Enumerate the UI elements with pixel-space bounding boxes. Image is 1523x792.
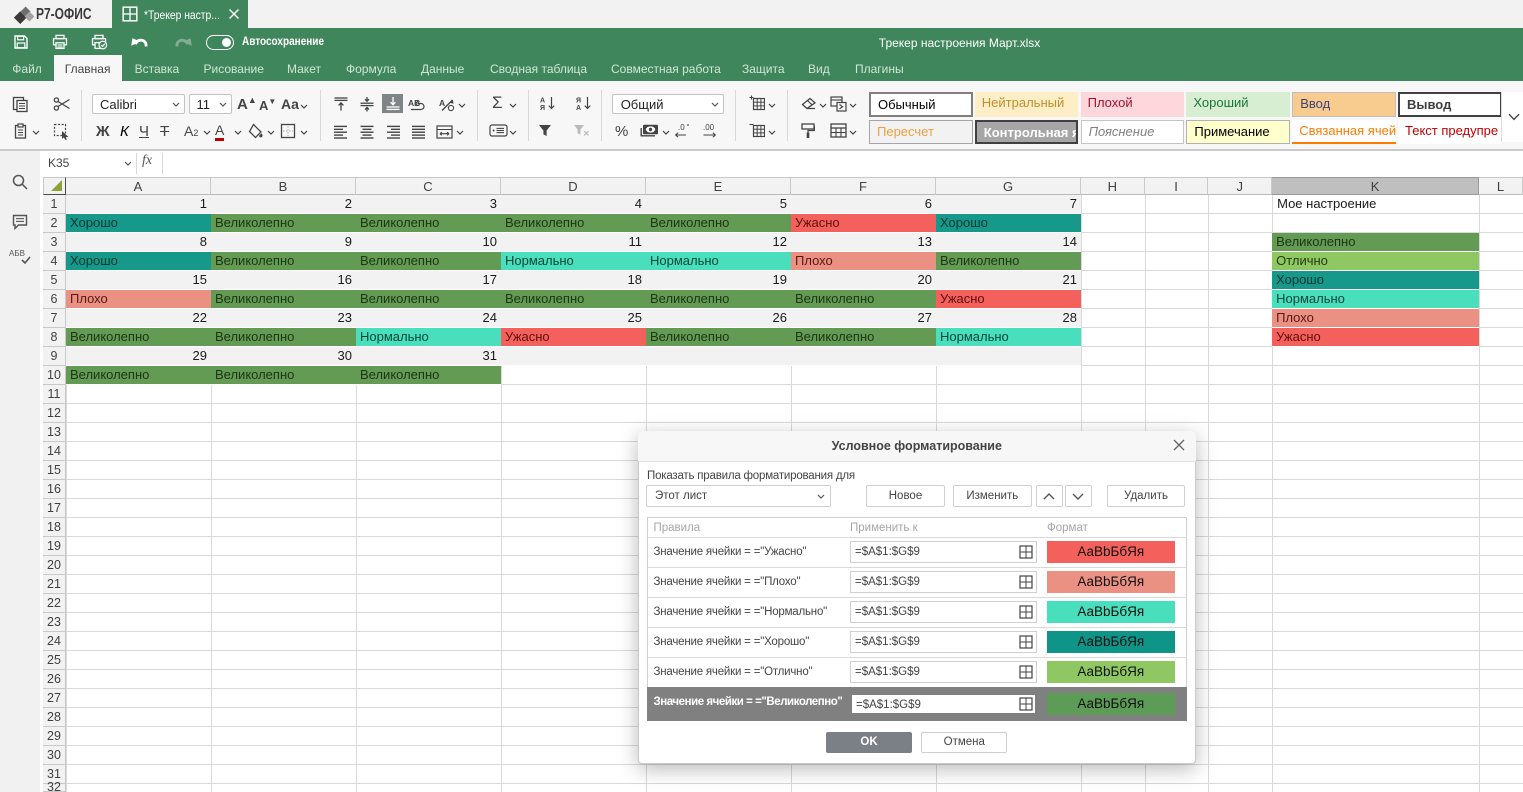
svg-text:Я: Я	[540, 105, 545, 111]
svg-text:Я: Я	[576, 98, 581, 105]
svg-text:.0: .0	[678, 123, 685, 132]
svg-text:АБВ: АБВ	[9, 249, 25, 258]
svg-text:.00: .00	[703, 123, 715, 132]
svg-text:A: A	[439, 98, 445, 108]
svg-text:А: А	[576, 105, 581, 111]
svg-text:А: А	[540, 98, 545, 105]
